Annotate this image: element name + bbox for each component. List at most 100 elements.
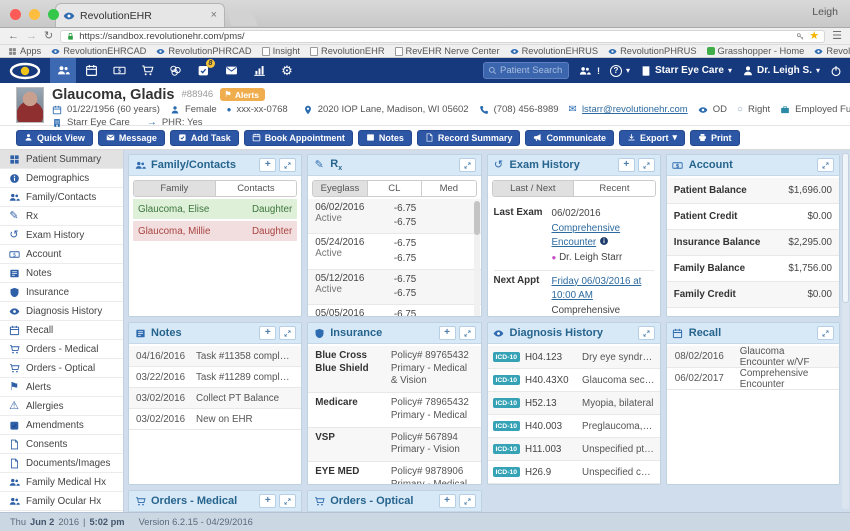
expand-icon[interactable]	[817, 158, 834, 172]
add-button[interactable]: +	[618, 158, 635, 172]
recall-row[interactable]: 06/02/2017Comprehensive Encounter	[667, 368, 839, 390]
expand-icon[interactable]	[459, 326, 476, 340]
patient-photo[interactable]	[16, 87, 44, 123]
book-appointment-button[interactable]: Book Appointment	[244, 130, 353, 146]
note-row[interactable]: 03/02/2016Collect PT Balance	[129, 388, 301, 409]
recent-patients-icon[interactable]: !	[579, 65, 600, 77]
messages-nav-icon[interactable]	[218, 58, 244, 83]
expand-icon[interactable]	[638, 158, 655, 172]
insurance-row[interactable]: VSPPolicy# 567894Primary - Vision	[308, 428, 480, 462]
diagnosis-row[interactable]: ICD-10H52.13Myopia, bilateral	[488, 392, 660, 415]
bookmark-item[interactable]: RevolutionEHR	[814, 46, 850, 56]
new-tab-button[interactable]	[226, 10, 257, 26]
diagnosis-row[interactable]: ICD-10H40.43X0Glaucoma secondary ...	[488, 369, 660, 392]
sidebar-item-recall[interactable]: Recall	[0, 321, 123, 340]
sidebar-item-account[interactable]: $Account	[0, 245, 123, 264]
note-row[interactable]: 03/02/2016New on EHR	[129, 409, 301, 430]
tasks-nav-icon[interactable]: 8	[190, 58, 216, 83]
reports-nav-icon[interactable]	[246, 58, 272, 83]
window-close-button[interactable]	[10, 9, 21, 20]
window-minimize-button[interactable]	[29, 9, 40, 20]
print-button[interactable]: Print	[690, 130, 740, 146]
expand-icon[interactable]	[459, 158, 476, 172]
bookmark-star-icon[interactable]: ★	[809, 31, 819, 42]
last-encounter-link[interactable]: Comprehensive Encounter	[552, 223, 621, 249]
browser-menu-icon[interactable]: ☰	[832, 31, 842, 42]
tab-close-icon[interactable]: ×	[211, 10, 217, 21]
insurance-row[interactable]: Blue Cross Blue ShieldPolicy# 89765432Pr…	[308, 346, 480, 393]
notes-button[interactable]: Notes	[358, 130, 412, 146]
expand-icon[interactable]	[279, 494, 296, 508]
sidebar-item-demographics[interactable]: Demographics	[0, 169, 123, 188]
sidebar-item-diagnosis-history[interactable]: Diagnosis History	[0, 302, 123, 321]
back-icon[interactable]: ←	[8, 31, 19, 42]
browser-tab[interactable]: RevolutionEHR ×	[55, 3, 225, 27]
sidebar-item-alerts[interactable]: ⚑Alerts	[0, 378, 123, 397]
sidebar-item-patient-summary[interactable]: Patient Summary	[0, 150, 123, 169]
sidebar-item-family-medical-hx[interactable]: Family Medical Hx	[0, 473, 123, 492]
bookmark-item[interactable]: RevolutionEHR	[310, 46, 385, 56]
sidebar-item-exam-history[interactable]: ↺Exam History	[0, 226, 123, 245]
revolutionehr-logo[interactable]	[8, 61, 42, 81]
page-scrollbar[interactable]	[842, 153, 849, 509]
tab-cl[interactable]: CL	[368, 181, 422, 196]
bookmark-item[interactable]: RevolutionEHRCAD	[51, 46, 146, 56]
add-button[interactable]: +	[259, 494, 276, 508]
add-button[interactable]: +	[439, 326, 456, 340]
quick-view-button[interactable]: Quick View	[16, 130, 93, 146]
tab-contacts[interactable]: Contacts	[216, 181, 297, 196]
insurance-row[interactable]: MedicarePolicy# 78965432Primary - Medica…	[308, 393, 480, 427]
expand-icon[interactable]	[279, 158, 296, 172]
communicate-button[interactable]: Communicate	[525, 130, 614, 146]
family-member-row[interactable]: Glaucoma, MillieDaughter	[133, 221, 297, 241]
apps-shortcut[interactable]: Apps	[8, 46, 41, 56]
sidebar-item-consents[interactable]: Consents	[0, 435, 123, 454]
note-row[interactable]: 04/16/2016Task #11358 completed. Tas...	[129, 346, 301, 367]
accounting-nav-icon[interactable]: $	[106, 58, 132, 83]
diagnosis-row[interactable]: ICD-10H40.003Preglaucoma, unspeci...	[488, 415, 660, 438]
rx-row[interactable]: 05/05/2016Active-6.75-6.75	[308, 305, 480, 316]
patient-email-link[interactable]: lstarr@revolutionehr.com	[582, 104, 688, 115]
refresh-icon[interactable]: ↻	[44, 31, 53, 42]
window-zoom-button[interactable]	[48, 9, 59, 20]
sidebar-item-amendments[interactable]: Amendments	[0, 416, 123, 435]
message-button[interactable]: Message	[98, 130, 165, 146]
sidebar-item-orders-optical[interactable]: Orders - Optical	[0, 359, 123, 378]
recall-row[interactable]: 08/02/2016Glaucoma Encounter w/VF	[667, 346, 839, 368]
tab-recent[interactable]: Recent	[574, 181, 655, 196]
schedule-nav-icon[interactable]	[78, 58, 104, 83]
patients-nav-icon[interactable]	[50, 58, 76, 83]
family-member-row[interactable]: Glaucoma, EliseDaughter	[133, 199, 297, 219]
alerts-badge[interactable]: ⚑Alerts	[220, 88, 265, 101]
sidebar-item-notes[interactable]: Notes	[0, 264, 123, 283]
tab-eyeglass[interactable]: Eyeglass	[313, 181, 367, 196]
insurance-row[interactable]: EYE MEDPolicy# 9878906Primary - Medical …	[308, 462, 480, 484]
help-menu[interactable]: ?▾	[610, 65, 630, 77]
bookmark-item[interactable]: RevolutionEHRUS	[510, 46, 598, 56]
admin-nav-icon[interactable]: ⚙	[274, 58, 300, 83]
patient-search-box[interactable]	[483, 62, 569, 79]
tab-family[interactable]: Family	[134, 181, 216, 196]
rx-row[interactable]: 05/24/2016Active-6.75-6.75	[308, 234, 480, 269]
scrollbar-thumb[interactable]	[842, 153, 849, 303]
sidebar-item-insurance[interactable]: Insurance	[0, 283, 123, 302]
expand-icon[interactable]	[459, 494, 476, 508]
sidebar-item-family-contacts[interactable]: Family/Contacts	[0, 188, 123, 207]
note-row[interactable]: 03/22/2016Task #11289 completed. Tas...	[129, 367, 301, 388]
expand-icon[interactable]	[279, 326, 296, 340]
key-icon[interactable]	[796, 32, 805, 41]
bookmark-item[interactable]: RevolutionPHRUS	[608, 46, 696, 56]
sidebar-item-orders-medical[interactable]: Orders - Medical	[0, 340, 123, 359]
record-summary-button[interactable]: Record Summary	[417, 130, 521, 146]
add-button[interactable]: +	[259, 158, 276, 172]
diagnosis-row[interactable]: ICD-10H26.9Unspecified cataract	[488, 461, 660, 484]
bookmark-item[interactable]: RevolutionPHRCAD	[156, 46, 251, 56]
expand-icon[interactable]	[817, 326, 834, 340]
claims-nav-icon[interactable]	[162, 58, 188, 83]
bookmark-item[interactable]: Grasshopper - Home	[707, 46, 805, 56]
tab-med[interactable]: Med	[422, 181, 475, 196]
sidebar-item-allergies[interactable]: ⚠Allergies	[0, 397, 123, 416]
add-button[interactable]: +	[259, 326, 276, 340]
diagnosis-row[interactable]: ICD-10H11.003Unspecified pterygium...	[488, 438, 660, 461]
export-button[interactable]: Export▾	[619, 130, 685, 146]
